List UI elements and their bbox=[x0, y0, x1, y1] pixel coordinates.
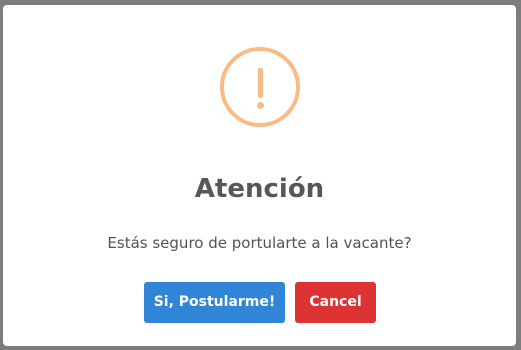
dialog-message: Estás seguro de portularte a la vacante? bbox=[107, 234, 412, 252]
cancel-button[interactable]: Cancel bbox=[295, 282, 376, 323]
warning-icon bbox=[220, 47, 300, 127]
warning-icon-dot bbox=[256, 102, 264, 109]
warning-icon-bar bbox=[257, 68, 263, 98]
confirm-apply-button[interactable]: Si, Postularme! bbox=[144, 282, 285, 323]
alert-dialog: Atención Estás seguro de portularte a la… bbox=[3, 5, 516, 346]
dialog-title: Atención bbox=[194, 174, 325, 204]
